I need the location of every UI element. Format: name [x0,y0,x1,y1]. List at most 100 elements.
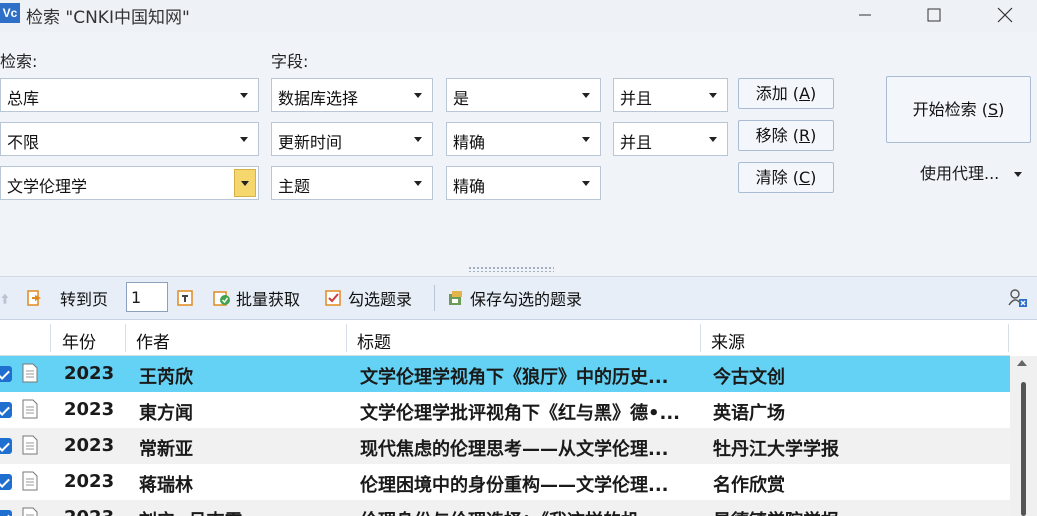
splitter-grip[interactable] [468,266,554,272]
clear-filter-button[interactable] [1008,285,1032,311]
column-divider [50,324,51,352]
remove-button-label: 移除 ( [755,126,799,145]
window-title: 检索 "CNKI中国知网" [26,8,190,28]
cell-title: 伦理困境中的身份重构——文学伦理... [360,475,669,496]
query-combo-2[interactable]: 不限 [0,122,259,156]
cell-year: 2023 [64,471,115,492]
dropdown-arrow-icon [414,181,422,186]
match-combo-2[interactable]: 精确 [446,122,601,156]
field-value: 数据库选择 [278,89,359,108]
maximize-button[interactable] [911,0,957,30]
page-number-input[interactable]: 1 [126,282,168,312]
scroll-up-icon[interactable] [1017,360,1027,366]
goto-button[interactable] [176,285,200,311]
start-search-label: 开始检索 ( [912,100,988,119]
document-icon [22,471,38,491]
save-checked-button[interactable]: 保存勾选的题录 [446,285,582,311]
cell-year: 2023 [64,507,114,516]
check-entries-button[interactable]: 勾选题录 [324,285,412,311]
go-page-icon [177,290,193,306]
field-combo-2[interactable]: 更新时间 [271,122,433,156]
start-search-button[interactable]: 开始检索 (S) [886,76,1031,143]
row-checkbox[interactable] [0,366,12,382]
query-value: 总库 [7,89,40,108]
batch-fetch-label: 批量获取 [236,290,301,309]
dropdown-arrow-icon [709,93,717,98]
table-row[interactable]: 2023 蒋瑞林 伦理困境中的身份重构——文学伦理... 名作欣赏 [0,464,1010,500]
cell-author: 蒋瑞林 [139,475,193,496]
clear-button-paren: ) [810,168,817,187]
next-page-button[interactable] [26,285,50,311]
cell-author: 王芮欣 [139,367,193,388]
logic-value: 并且 [620,89,653,108]
remove-button[interactable]: 移除 (R) [738,120,834,151]
column-divider [346,324,347,352]
cell-year: 2023 [64,399,115,420]
match-combo-3[interactable]: 精确 [446,166,601,200]
document-icon [22,435,38,455]
column-header-author[interactable]: 作者 [136,328,170,353]
arrow-right-icon [27,290,41,306]
cell-source: 今古文创 [713,367,785,388]
column-header-source[interactable]: 来源 [711,328,745,353]
chevron-down-icon [1014,172,1023,177]
cell-author: 常新亚 [139,439,193,460]
cell-source: 牡丹江大学学报 [713,439,839,460]
save-icon [449,291,462,305]
field-label: 字段: [271,52,309,71]
field-combo-1[interactable]: 数据库选择 [271,78,433,112]
dropdown-arrow-icon [582,137,590,142]
table-row[interactable]: 2023 東方闻 文学伦理学批评视角下《红与黑》德•... 英语广场 [0,392,1010,428]
match-value: 精确 [453,133,486,152]
check-entries-label: 勾选题录 [348,290,413,309]
query-value: 不限 [7,133,40,152]
column-header-year[interactable]: 年份 [62,328,96,353]
row-checkbox[interactable] [0,510,12,516]
cell-title: 文学伦理学批评视角下《红与黑》德•... [360,403,681,424]
prev-page-button[interactable] [0,285,18,311]
cell-author: 東方闻 [139,403,193,424]
logic-combo-2[interactable]: 并且 [613,122,728,156]
document-icon [22,507,38,516]
goto-page-label: 转到页 [60,290,109,309]
clear-button[interactable]: 清除 (C) [738,162,834,193]
match-combo-1[interactable]: 是 [446,78,601,112]
remove-button-paren: ) [810,126,817,145]
add-button[interactable]: 添加 (A) [738,78,834,109]
cell-year: 2023 [64,363,115,384]
batch-fetch-button[interactable]: 批量获取 [212,285,300,311]
proxy-label: 使用代理... [920,164,1000,183]
table-row[interactable]: 2023 刘宁; 吕志雷 伦理身份与伦理选择：《我这样的机... 星德镇学院学报 [0,500,1010,516]
row-checkbox[interactable] [0,474,12,490]
close-button[interactable] [982,0,1028,30]
table-row[interactable]: 2023 常新亚 现代焦虑的伦理思考——从文学伦理... 牡丹江大学学报 [0,428,1010,464]
field-value: 更新时间 [278,133,343,152]
dropdown-arrow-icon [414,137,422,142]
query-combo-1[interactable]: 总库 [0,78,259,112]
proxy-menu[interactable]: 使用代理... [920,160,1023,184]
remove-button-key: R [798,126,811,145]
user-remove-icon [1008,289,1027,307]
scrollbar-thumb[interactable] [1021,382,1026,516]
cell-author: 刘宁; 吕志雷 [139,507,242,516]
add-button-paren: ) [810,84,817,103]
table-header: 年份 作者 标题 来源 [0,320,1010,356]
dropdown-arrow-icon [582,181,590,186]
dropdown-button[interactable] [234,169,256,197]
table-row[interactable]: 2023 王芮欣 文学伦理学视角下《狼厅》中的历史... 今古文创 [0,356,1010,392]
query-value: 文学伦理学 [7,177,88,196]
column-divider [1008,324,1009,352]
column-header-title[interactable]: 标题 [357,328,391,353]
column-divider [700,324,701,352]
dropdown-arrow-icon [582,93,590,98]
row-checkbox[interactable] [0,438,12,454]
field-value: 主题 [278,177,311,196]
arrow-up-icon [1,293,9,304]
logic-combo-1[interactable]: 并且 [613,78,728,112]
query-input-3[interactable]: 文学伦理学 [0,166,259,200]
field-combo-3[interactable]: 主题 [271,166,433,200]
cell-source: 星德镇学院学报 [713,507,839,516]
dropdown-arrow-icon [414,93,422,98]
minimize-button[interactable] [842,0,888,30]
row-checkbox[interactable] [0,402,12,418]
